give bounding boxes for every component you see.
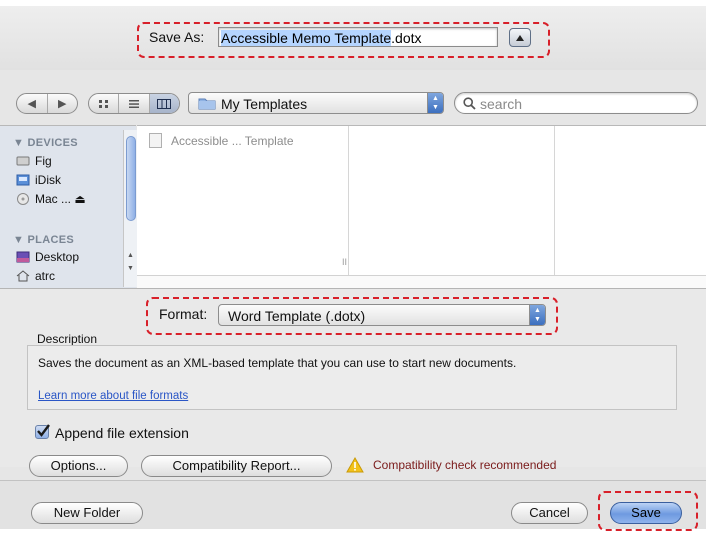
file-item[interactable]: Accessible ... Template <box>149 133 294 148</box>
filename-extension: .dotx <box>391 30 422 46</box>
column-view-icon[interactable] <box>149 94 179 113</box>
sidebar-item-desktop[interactable]: Desktop <box>16 250 79 264</box>
scroll-up-arrow-icon[interactable]: ▲ <box>127 252 134 259</box>
file-item-label: Accessible ... Template <box>171 133 294 148</box>
filename-selected-text: Accessible Memo Template <box>221 30 392 46</box>
filename-input[interactable]: Accessible Memo Template.dotx <box>218 27 498 47</box>
checkmark-icon <box>37 424 50 437</box>
sidebar-heading-devices[interactable]: ▼ DEVICES <box>13 137 78 149</box>
triangle-up-icon <box>516 34 524 41</box>
format-label: Format: <box>159 306 208 322</box>
cancel-button[interactable]: Cancel <box>511 502 588 524</box>
disk-icon <box>17 193 29 205</box>
save-as-label: Save As: <box>149 29 205 45</box>
hard-drive-icon <box>16 156 30 166</box>
compatibility-warning: Compatibility check recommended <box>373 458 557 472</box>
location-popup[interactable]: My Templates ▲ ▼ <box>188 92 444 114</box>
column-divider[interactable] <box>348 126 349 276</box>
compatibility-report-button[interactable]: Compatibility Report... <box>141 455 332 477</box>
save-button[interactable]: Save <box>610 502 682 524</box>
expand-dialog-button[interactable] <box>509 28 531 47</box>
column-divider[interactable] <box>554 126 555 276</box>
list-view-icon[interactable] <box>119 94 150 113</box>
search-field[interactable]: search <box>454 92 698 114</box>
sidebar-scrollbar[interactable]: ▲ ▼ <box>123 130 137 287</box>
sidebar-heading-places[interactable]: ▼ PLACES <box>13 234 74 246</box>
home-icon <box>16 270 30 282</box>
back-forward-control[interactable]: ◀ ▶ <box>16 93 78 114</box>
sidebar: ▼ DEVICES Fig iDisk Mac ... ⏏ ▼ PLACES D… <box>0 125 136 289</box>
search-icon <box>463 97 476 110</box>
popup-arrows-icon: ▲ ▼ <box>427 93 443 113</box>
location-label: My Templates <box>221 96 308 112</box>
view-mode-control[interactable] <box>88 93 180 114</box>
forward-arrow-icon[interactable]: ▶ <box>48 94 78 113</box>
sidebar-item-mac[interactable]: Mac ... ⏏ <box>16 192 86 206</box>
file-browser: Accessible ... Template II <box>137 125 706 290</box>
icon-view-icon[interactable] <box>89 94 120 113</box>
disclosure-triangle-icon: ▼ <box>13 137 28 149</box>
description-text: Saves the document as an XML-based templ… <box>38 356 517 370</box>
options-button[interactable]: Options... <box>29 455 128 477</box>
learn-more-link[interactable]: Learn more about file formats <box>38 390 188 402</box>
disclosure-triangle-icon: ▼ <box>13 234 28 246</box>
new-folder-button[interactable]: New Folder <box>31 502 143 524</box>
append-extension-label: Append file extension <box>55 425 189 441</box>
format-popup[interactable]: Word Template (.dotx) ▲ ▼ <box>218 304 546 326</box>
sidebar-item-atrc[interactable]: atrc <box>16 269 55 283</box>
warning-icon <box>346 457 364 473</box>
sidebar-item-idisk[interactable]: iDisk <box>16 173 61 187</box>
sidebar-scroll-thumb[interactable] <box>126 136 136 221</box>
format-value: Word Template (.dotx) <box>228 308 366 324</box>
popup-arrows-icon: ▲ ▼ <box>529 305 545 325</box>
description-label: Description <box>37 332 98 346</box>
column-resize-handle[interactable]: II <box>342 257 347 267</box>
search-placeholder: search <box>480 96 523 112</box>
scroll-down-arrow-icon[interactable]: ▼ <box>127 265 134 272</box>
desktop-icon <box>16 251 30 263</box>
document-icon <box>149 133 162 148</box>
sidebar-item-fig[interactable]: Fig <box>16 154 52 168</box>
folder-icon <box>198 98 216 110</box>
append-extension-checkbox[interactable] <box>35 424 50 439</box>
idisk-icon <box>16 174 30 186</box>
back-arrow-icon[interactable]: ◀ <box>17 94 48 113</box>
